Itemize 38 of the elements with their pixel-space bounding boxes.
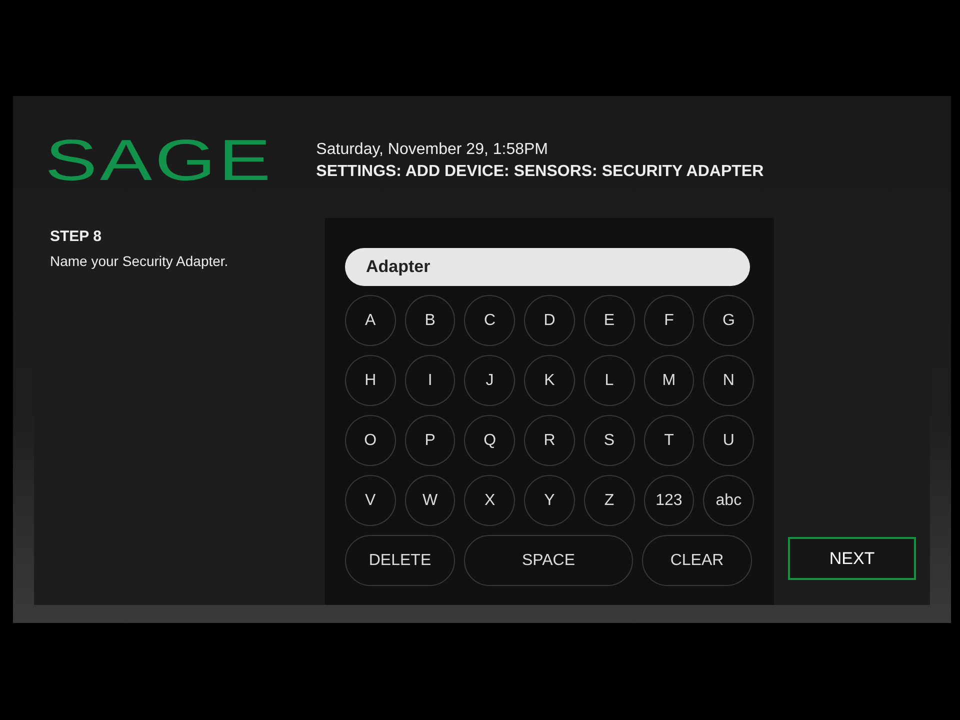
next-button[interactable]: NEXT <box>788 537 916 580</box>
name-input-field[interactable]: Adapter <box>345 248 750 286</box>
keyboard-key[interactable]: abc <box>703 475 754 526</box>
keyboard-key[interactable]: E <box>584 295 635 346</box>
date-time: Saturday, November 29, 1:58PM <box>316 141 549 159</box>
keyboard-key[interactable]: B <box>404 295 456 346</box>
logo: SAGE <box>45 132 274 190</box>
keyboard-key[interactable]: P <box>404 415 456 466</box>
keyboard-key[interactable]: R <box>524 415 575 466</box>
keyboard-key[interactable]: N <box>703 355 754 406</box>
keyboard-key[interactable]: V <box>345 475 396 526</box>
keyboard-key[interactable]: D <box>524 295 575 346</box>
keyboard-key[interactable]: K <box>524 355 575 406</box>
step-instruction: Name your Security Adapter. <box>50 253 230 269</box>
keyboard-key[interactable]: F <box>644 295 694 346</box>
step-title: STEP 8 <box>50 228 102 245</box>
keyboard-key[interactable]: C <box>464 295 516 346</box>
keyboard-key[interactable]: G <box>703 295 754 346</box>
keyboard-key[interactable]: I <box>404 355 456 406</box>
keyboard-key[interactable]: J <box>464 355 516 406</box>
keyboard-key[interactable]: Y <box>524 475 575 526</box>
keyboard-key[interactable]: W <box>404 475 456 526</box>
keyboard-key[interactable]: L <box>584 355 635 406</box>
keyboard-key[interactable]: Z <box>584 475 635 526</box>
keyboard-action-key[interactable]: CLEAR <box>642 535 752 586</box>
keyboard-key[interactable]: T <box>644 415 694 466</box>
keyboard-key[interactable]: O <box>345 415 396 466</box>
keyboard-key[interactable]: A <box>345 295 396 346</box>
keyboard-key[interactable]: Q <box>464 415 516 466</box>
keyboard-key[interactable]: X <box>464 475 516 526</box>
keyboard-key[interactable]: M <box>644 355 694 406</box>
keyboard-action-key[interactable]: DELETE <box>345 535 455 586</box>
keyboard-key[interactable]: H <box>345 355 396 406</box>
keyboard-action-key[interactable]: SPACE <box>464 535 633 586</box>
keyboard-key[interactable]: U <box>703 415 754 466</box>
breadcrumb: SETTINGS: ADD DEVICE: SENSORS: SECURITY ADAPTER <box>316 163 764 181</box>
keyboard-key[interactable]: S <box>584 415 635 466</box>
keyboard-key[interactable]: 123 <box>644 475 694 526</box>
